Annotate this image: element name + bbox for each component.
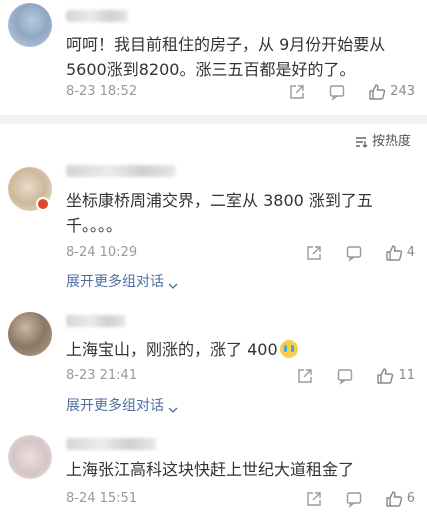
comment-meta: 8-24 15:51 6 xyxy=(66,489,415,509)
username-redacted xyxy=(66,315,126,327)
chevron-down-icon xyxy=(168,277,178,289)
comment-text: 上海张江高科这块快赶上世纪大道租金了 xyxy=(66,460,355,479)
share-icon[interactable] xyxy=(288,83,306,101)
comment-meta: 8-24 10:29 4 xyxy=(66,243,415,263)
username-redacted xyxy=(66,438,156,450)
action-bar: 4 xyxy=(305,243,415,263)
sort-label: 按热度 xyxy=(371,134,411,149)
sort-icon xyxy=(354,135,368,149)
like-icon[interactable] xyxy=(376,367,394,385)
action-bar: 6 xyxy=(305,489,415,509)
username-redacted xyxy=(66,10,128,22)
share-icon[interactable] xyxy=(296,367,314,385)
avatar[interactable] xyxy=(8,3,52,47)
username-redacted xyxy=(66,165,176,177)
sort-button[interactable]: 按热度 xyxy=(354,133,411,151)
share-icon[interactable] xyxy=(305,244,323,262)
comment-item: 上海宝山，刚涨的，涨了 400 8-23 21:41 11 展开更多组对话 xyxy=(0,305,427,425)
expand-label: 展开更多组对话 xyxy=(66,274,164,290)
expand-replies-link[interactable]: 展开更多组对话 xyxy=(66,272,178,292)
comment-text: 呵呵！我目前租住的房子，从 9月份开始要从 5600涨到8200。涨三五百都是好… xyxy=(66,35,386,79)
expand-label: 展开更多组对话 xyxy=(66,398,164,414)
comment-time: 8-23 18:52 xyxy=(66,84,138,99)
action-bar: 243 xyxy=(288,82,415,102)
like-icon[interactable] xyxy=(385,490,403,508)
chevron-down-icon xyxy=(168,401,178,413)
comment-icon[interactable] xyxy=(345,490,363,508)
verified-badge-icon xyxy=(36,197,50,211)
like-icon[interactable] xyxy=(368,83,386,101)
action-bar: 11 xyxy=(296,366,415,386)
comment-body: 上海宝山，刚涨的，涨了 400 xyxy=(66,340,278,359)
comment-item: 上海张江高科这块快赶上世纪大道租金了 8-24 15:51 6 xyxy=(0,428,427,513)
comment-time: 8-24 10:29 xyxy=(66,245,138,260)
comment-meta: 8-23 18:52 243 xyxy=(66,82,415,102)
comment-icon[interactable] xyxy=(336,367,354,385)
comment-text: 坐标康桥周浦交界，二室从 3800 涨到了五千。。。。 xyxy=(66,191,373,235)
like-count: 243 xyxy=(390,84,415,99)
comment-text: 上海宝山，刚涨的，涨了 400 xyxy=(66,337,416,362)
avatar[interactable] xyxy=(8,435,52,479)
comment-icon[interactable] xyxy=(345,244,363,262)
comment-time: 8-24 15:51 xyxy=(66,491,138,506)
comment-icon[interactable] xyxy=(328,83,346,101)
comment-item: 呵呵！我目前租住的房子，从 9月份开始要从 5600涨到8200。涨三五百都是好… xyxy=(0,0,427,115)
like-count: 11 xyxy=(398,368,415,383)
crying-emoji-icon xyxy=(279,340,298,358)
avatar[interactable] xyxy=(8,312,52,356)
like-count: 4 xyxy=(406,245,415,260)
section-divider xyxy=(0,115,427,124)
like-count: 6 xyxy=(406,491,415,506)
share-icon[interactable] xyxy=(305,490,323,508)
comment-item: 坐标康桥周浦交界，二室从 3800 涨到了五千。。。。 8-24 10:29 4… xyxy=(0,150,427,300)
comment-time: 8-23 21:41 xyxy=(66,368,138,383)
like-icon[interactable] xyxy=(385,244,403,262)
expand-replies-link[interactable]: 展开更多组对话 xyxy=(66,396,178,416)
comment-meta: 8-23 21:41 11 xyxy=(66,366,415,386)
